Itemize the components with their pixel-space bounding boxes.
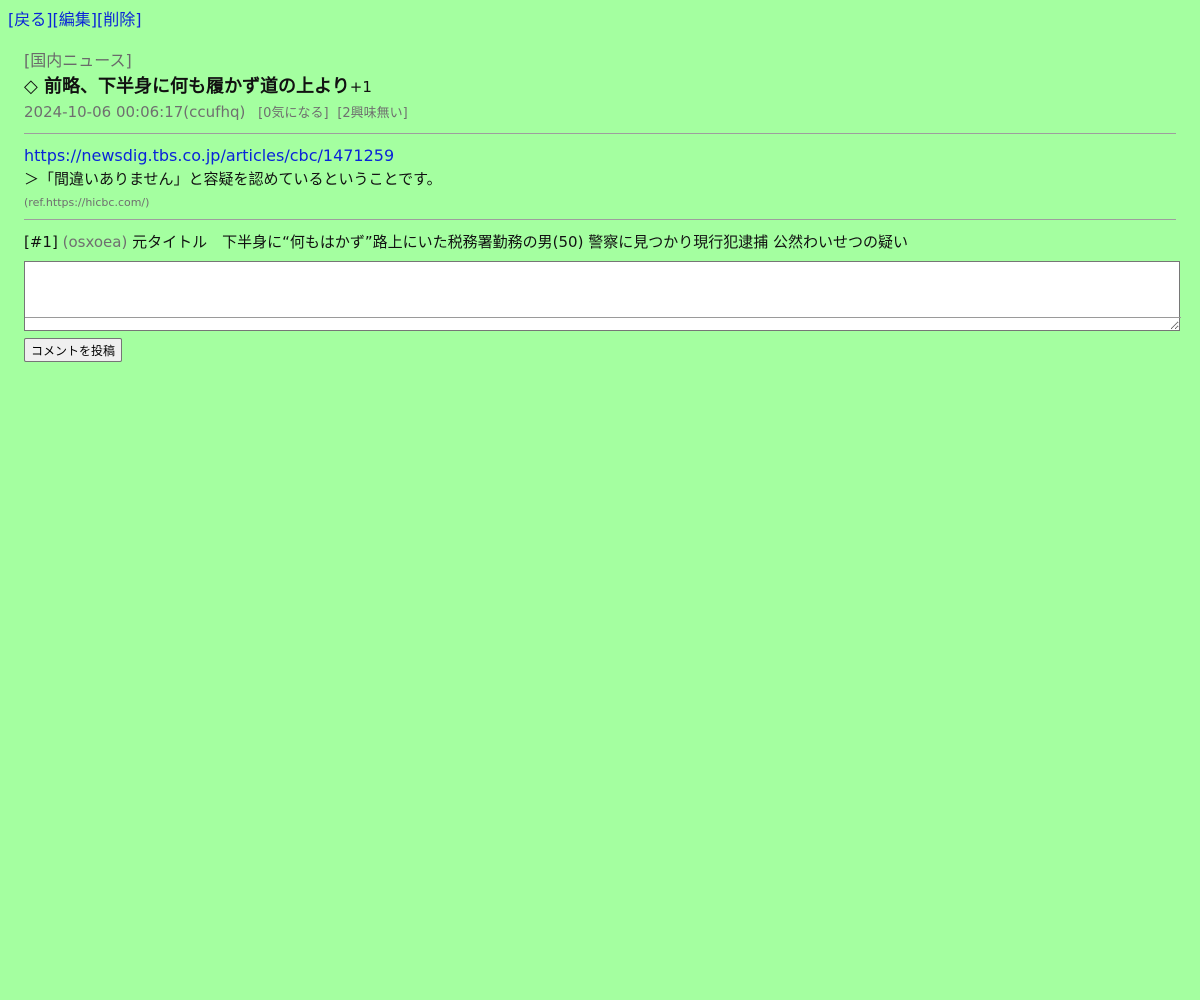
- comment-user: (osxoea): [62, 233, 128, 251]
- divider: [24, 219, 1176, 220]
- interested-button[interactable]: [0気になる]: [258, 106, 328, 121]
- post-meta: 2024-10-06 00:06:17(ccufhq) [0気になる] [2興味…: [24, 101, 1176, 125]
- textarea-divider: [25, 317, 1181, 318]
- post-datetime-user: 2024-10-06 00:06:17(ccufhq): [24, 103, 246, 121]
- comment-text: 元タイトル 下半身に“何もはかず”路上にいた税務署勤務の男(50) 警察に見つか…: [132, 233, 908, 251]
- article-link-row: https://newsdig.tbs.co.jp/articles/cbc/1…: [24, 145, 1176, 167]
- post-title: ◇ 前略、下半身に何も履かず道の上より+1: [24, 74, 1176, 100]
- comment-form: コメントを投稿: [24, 261, 1181, 362]
- comment-textarea[interactable]: [24, 261, 1180, 331]
- post-container: [国内ニュース] ◇ 前略、下半身に何も履かず道の上より+1 2024-10-0…: [24, 50, 1181, 362]
- post-title-text: ◇ 前略、下半身に何も履かず道の上より: [24, 76, 350, 97]
- not-interested-button[interactable]: [2興味無い]: [337, 106, 407, 121]
- back-link[interactable]: [戻る]: [8, 10, 53, 29]
- post-quote: ＞「間違いありません」と容疑を認めているということです。: [24, 170, 442, 188]
- divider: [24, 133, 1176, 134]
- comment-number: [#1]: [24, 233, 58, 251]
- post-category: [国内ニュース]: [24, 51, 132, 70]
- comment-item: [#1] (osxoea) 元タイトル 下半身に“何もはかず”路上にいた税務署勤…: [24, 231, 1176, 253]
- comment-textarea-wrap: [24, 261, 1182, 331]
- top-nav: [戻る][編集][削除]: [8, 10, 142, 30]
- post-ref: (ref.https://hicbc.com/): [24, 196, 150, 209]
- post-comment-button[interactable]: コメントを投稿: [24, 338, 123, 362]
- post-score: +1: [349, 78, 372, 96]
- article-link[interactable]: https://newsdig.tbs.co.jp/articles/cbc/1…: [24, 146, 394, 165]
- edit-link[interactable]: [編集]: [53, 10, 98, 29]
- delete-link[interactable]: [削除]: [97, 10, 142, 29]
